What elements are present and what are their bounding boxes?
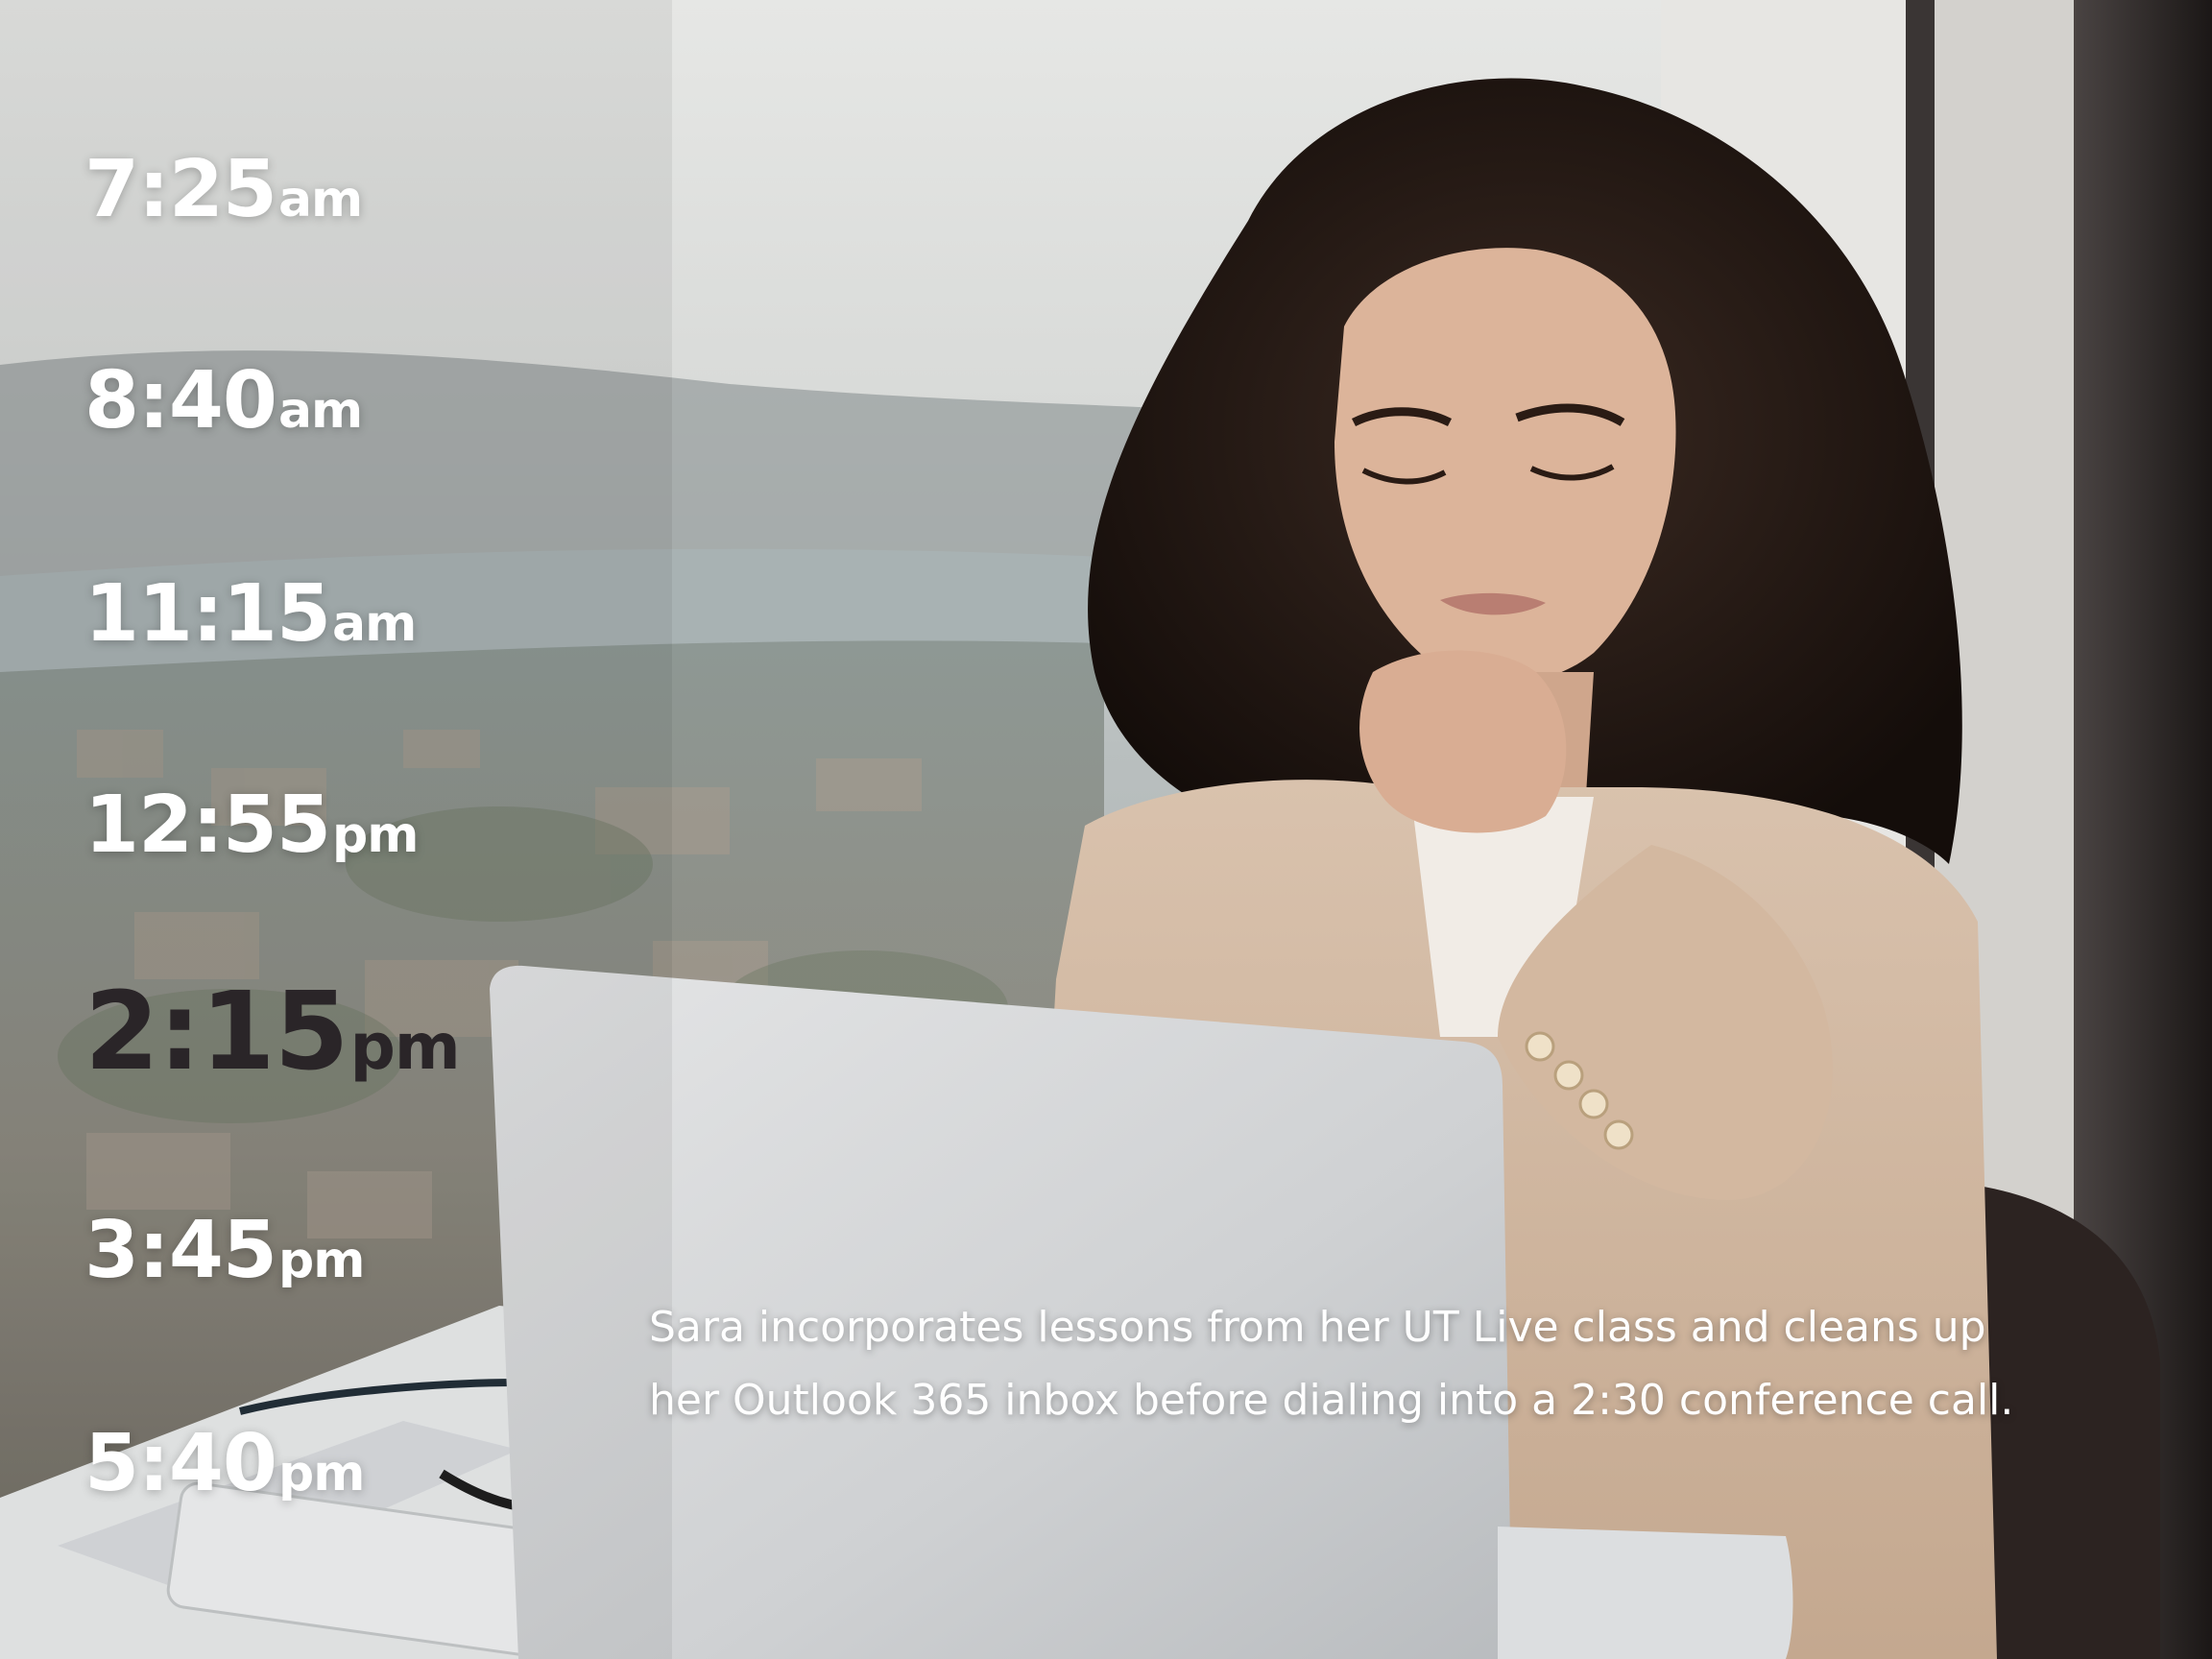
active-time-entry: 2:15pm <box>84 970 461 1094</box>
time-value: 7:25 <box>84 144 277 235</box>
time-entry: 5:40pm <box>84 1418 365 1509</box>
time-value: 12:55 <box>84 780 331 871</box>
time-value: 8:40 <box>84 355 277 446</box>
time-value: 3:45 <box>84 1205 277 1296</box>
time-entry: 12:55pm <box>84 780 419 871</box>
time-period: pm <box>332 806 419 864</box>
time-period: am <box>277 171 363 228</box>
time-entry: 7:25am <box>84 144 363 235</box>
caption-line-2: her Outlook 365 inbox before dialing int… <box>649 1376 2014 1425</box>
time-value: 2:15 <box>84 970 349 1094</box>
schedule-timeline: 7:25am 8:40am 11:15am 12:55pm 2:15pm 3:4… <box>84 0 584 1659</box>
time-entry: 3:45pm <box>84 1205 365 1296</box>
time-period: pm <box>277 1445 365 1503</box>
time-entry: 11:15am <box>84 568 417 660</box>
time-period: am <box>277 382 363 440</box>
time-period: am <box>332 595 417 653</box>
caption-line-1: Sara incorporates lessons from her UT Li… <box>649 1303 1986 1352</box>
time-period: pm <box>277 1232 365 1289</box>
story-caption: Sara incorporates lessons from her UT Li… <box>649 1291 2147 1437</box>
time-value: 11:15 <box>84 568 331 660</box>
time-value: 5:40 <box>84 1418 277 1509</box>
time-period: pm <box>349 1010 461 1084</box>
time-entry: 8:40am <box>84 355 363 446</box>
